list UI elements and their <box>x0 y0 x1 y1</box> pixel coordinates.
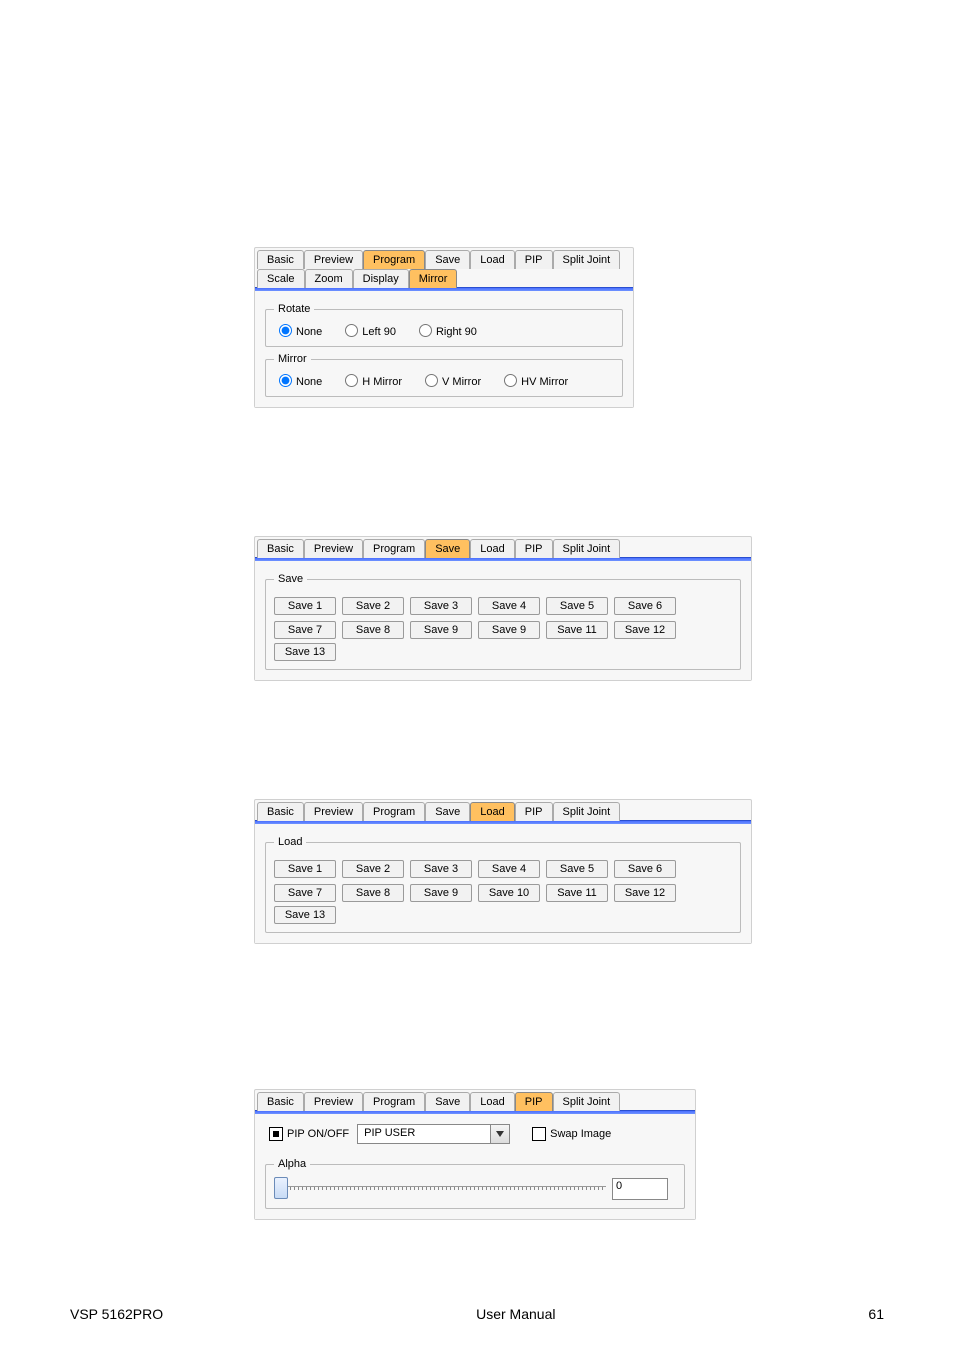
button-save-1[interactable]: Save 1 <box>274 860 336 878</box>
footer-model: VSP 5162PRO <box>70 1306 163 1322</box>
pip-mode-combo[interactable]: PIP USER <box>357 1124 510 1144</box>
tabs: BasicPreviewProgramSaveLoadPIPSplit Join… <box>255 800 751 820</box>
button-save-7[interactable]: Save 7 <box>274 621 336 639</box>
tabs: BasicPreviewProgramSaveLoadPIPSplit Join… <box>255 537 751 557</box>
button-save-9[interactable]: Save 9 <box>410 621 472 639</box>
save-legend: Save <box>274 573 307 585</box>
tab-save[interactable]: Save <box>425 250 470 269</box>
tab-basic[interactable]: Basic <box>257 802 304 821</box>
button-save-11[interactable]: Save 11 <box>546 884 608 902</box>
pip-onoff-checkbox[interactable]: PIP ON/OFF <box>269 1127 349 1141</box>
button-save-7[interactable]: Save 7 <box>274 884 336 902</box>
chevron-down-icon[interactable] <box>490 1124 510 1144</box>
button-save-2[interactable]: Save 2 <box>342 597 404 615</box>
pip-onoff-label: PIP ON/OFF <box>287 1128 349 1140</box>
tab-program[interactable]: Program <box>363 250 425 269</box>
radio-none[interactable]: None <box>274 376 322 388</box>
tab-program[interactable]: Program <box>363 539 425 558</box>
tab-split-joint[interactable]: Split Joint <box>553 250 621 269</box>
button-save-4[interactable]: Save 4 <box>478 860 540 878</box>
button-save-8[interactable]: Save 8 <box>342 621 404 639</box>
mirror-group: Mirror None H Mirror V Mirror HV Mirror <box>265 353 623 397</box>
alpha-thumb[interactable] <box>274 1177 288 1199</box>
button-save-5[interactable]: Save 5 <box>546 860 608 878</box>
tab-pip[interactable]: PIP <box>515 1092 553 1111</box>
tab-display[interactable]: Display <box>353 269 409 288</box>
button-save-5[interactable]: Save 5 <box>546 597 608 615</box>
alpha-value[interactable]: 0 <box>612 1178 668 1200</box>
pip-mode-value: PIP USER <box>357 1124 490 1144</box>
button-save-12[interactable]: Save 12 <box>614 884 676 902</box>
save-group: Save Save 1 Save 2 Save 3 Save 4 Save 5 Save … <box>265 573 741 670</box>
radio-v-mirror[interactable]: V Mirror <box>420 376 481 388</box>
tab-preview[interactable]: Preview <box>304 802 363 821</box>
button-save-1[interactable]: Save 1 <box>274 597 336 615</box>
save-panel: BasicPreviewProgramSaveLoadPIPSplit Join… <box>254 536 752 681</box>
button-save-12[interactable]: Save 12 <box>614 621 676 639</box>
tab-basic[interactable]: Basic <box>257 539 304 558</box>
tab-basic[interactable]: Basic <box>257 1092 304 1111</box>
button-save-2[interactable]: Save 2 <box>342 860 404 878</box>
swap-image-checkbox[interactable]: Swap Image <box>532 1127 611 1141</box>
button-save-6[interactable]: Save 6 <box>614 860 676 878</box>
button-save-3[interactable]: Save 3 <box>410 860 472 878</box>
tab-save[interactable]: Save <box>425 539 470 558</box>
tab-load[interactable]: Load <box>470 1092 514 1111</box>
swap-image-label: Swap Image <box>550 1128 611 1140</box>
tab-zoom[interactable]: Zoom <box>305 269 353 288</box>
tab-basic[interactable]: Basic <box>257 250 304 269</box>
load-group: Load Save 1 Save 2 Save 3 Save 4 Save 5 Save … <box>265 836 741 933</box>
tab-scale[interactable]: Scale <box>257 269 305 288</box>
button-save-9[interactable]: Save 9 <box>410 884 472 902</box>
button-save-4[interactable]: Save 4 <box>478 597 540 615</box>
alpha-legend: Alpha <box>274 1158 310 1170</box>
button-save-8[interactable]: Save 8 <box>342 884 404 902</box>
radio-right-90[interactable]: Right 90 <box>414 326 477 338</box>
tab-program[interactable]: Program <box>363 1092 425 1111</box>
load-legend: Load <box>274 836 306 848</box>
footer-title: User Manual <box>476 1306 555 1322</box>
button-save-6[interactable]: Save 6 <box>614 597 676 615</box>
button-save-3[interactable]: Save 3 <box>410 597 472 615</box>
program-mirror-panel: BasicPreviewProgramSaveLoadPIPSplit Join… <box>254 247 634 408</box>
footer-page: 61 <box>868 1306 884 1322</box>
tab-load[interactable]: Load <box>470 539 514 558</box>
tab-load[interactable]: Load <box>470 250 514 269</box>
tab-save[interactable]: Save <box>425 802 470 821</box>
button-save-13[interactable]: Save 13 <box>274 906 336 924</box>
tab-save[interactable]: Save <box>425 1092 470 1111</box>
radio-h-mirror[interactable]: H Mirror <box>340 376 402 388</box>
rotate-legend: Rotate <box>274 303 314 315</box>
radio-none[interactable]: None <box>274 326 322 338</box>
tab-preview[interactable]: Preview <box>304 1092 363 1111</box>
tab-mirror[interactable]: Mirror <box>409 269 458 288</box>
tab-preview[interactable]: Preview <box>304 250 363 269</box>
radio-left-90[interactable]: Left 90 <box>340 326 396 338</box>
tab-split-joint[interactable]: Split Joint <box>553 802 621 821</box>
tab-pip[interactable]: PIP <box>515 802 553 821</box>
button-save-11[interactable]: Save 11 <box>546 621 608 639</box>
tabs: BasicPreviewProgramSaveLoadPIPSplit Join… <box>255 1090 695 1110</box>
tab-program[interactable]: Program <box>363 802 425 821</box>
load-panel: BasicPreviewProgramSaveLoadPIPSplit Join… <box>254 799 752 944</box>
tab-pip[interactable]: PIP <box>515 539 553 558</box>
alpha-track[interactable] <box>274 1186 606 1190</box>
button-save-10[interactable]: Save 10 <box>478 884 540 902</box>
tab-pip[interactable]: PIP <box>515 250 553 269</box>
button-save-13[interactable]: Save 13 <box>274 643 336 661</box>
alpha-group: Alpha 0 <box>265 1158 685 1209</box>
tab-load[interactable]: Load <box>470 802 514 821</box>
radio-hv-mirror[interactable]: HV Mirror <box>499 376 568 388</box>
tabs-bottom: ScaleZoomDisplayMirror <box>255 268 633 287</box>
tabs-top: BasicPreviewProgramSaveLoadPIPSplit Join… <box>255 248 633 268</box>
tab-preview[interactable]: Preview <box>304 539 363 558</box>
page-footer: VSP 5162PRO User Manual 61 <box>0 1306 954 1322</box>
tab-split-joint[interactable]: Split Joint <box>553 539 621 558</box>
pip-panel: BasicPreviewProgramSaveLoadPIPSplit Join… <box>254 1089 696 1220</box>
mirror-legend: Mirror <box>274 353 311 365</box>
rotate-group: Rotate None Left 90 Right 90 <box>265 303 623 347</box>
tab-split-joint[interactable]: Split Joint <box>553 1092 621 1111</box>
button-save-9[interactable]: Save 9 <box>478 621 540 639</box>
